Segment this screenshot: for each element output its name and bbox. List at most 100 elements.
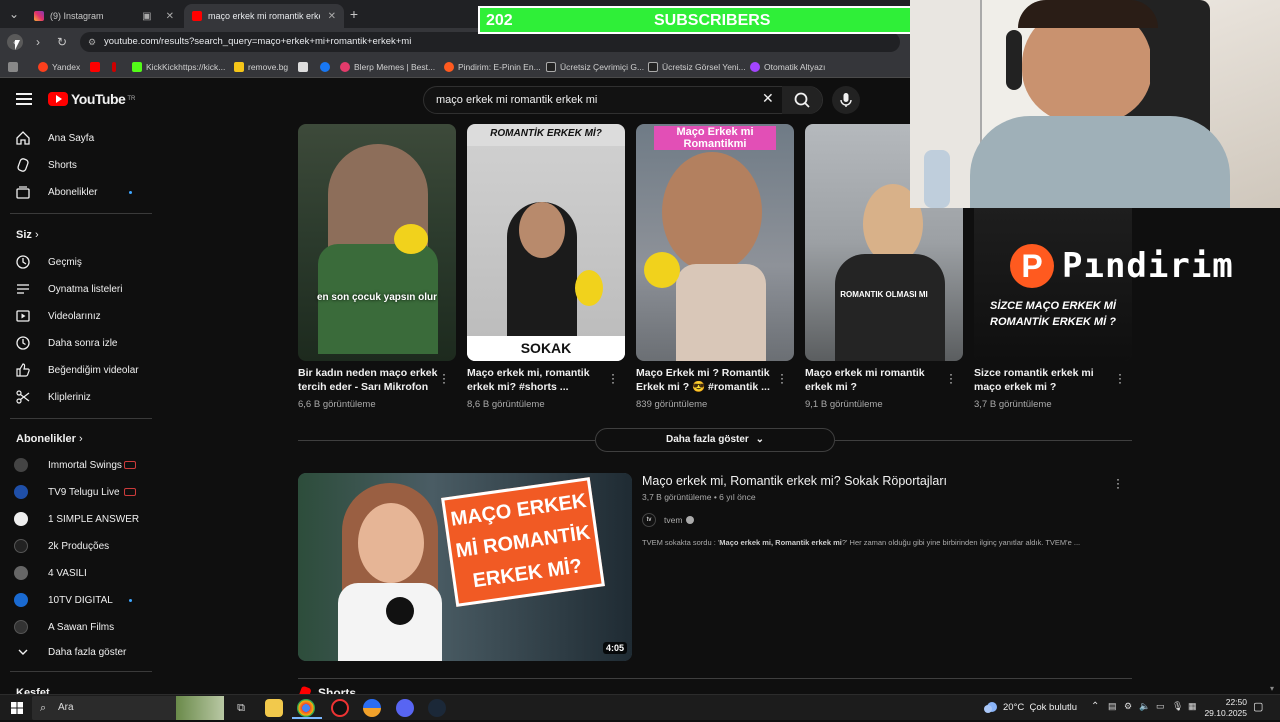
menu-icon[interactable] xyxy=(16,93,32,105)
channel-link[interactable]: tv tvem xyxy=(642,513,695,527)
sidebar-channel-tv9[interactable]: TV9 Telugu Live xyxy=(14,481,154,503)
short-title-2[interactable]: Maço erkek mi, romantik erkek mi? #short… xyxy=(467,366,607,394)
notification-icon[interactable]: ▢ xyxy=(1253,700,1263,713)
short-views-3: 839 görüntüleme xyxy=(636,399,708,410)
site-info-icon[interactable]: ⚙ xyxy=(88,32,96,52)
video-thumbnail[interactable]: MAÇO ERKEK Mİ ROMANTİK ERKEK Mİ? xyxy=(298,473,632,661)
obs-icon[interactable] xyxy=(331,699,349,717)
clear-search-icon[interactable]: ✕ xyxy=(762,90,774,107)
sidebar-item-home[interactable]: Ana Sayfa xyxy=(14,127,154,149)
bookmark-yandex[interactable]: Yandex xyxy=(38,60,80,74)
voice-search-button[interactable] xyxy=(832,86,860,114)
short-title-3[interactable]: Maço Erkek mi ? Romantik Erkek mi ? 😎 #r… xyxy=(636,366,776,394)
yandex-icon xyxy=(38,62,48,72)
bookmark-facebook[interactable] xyxy=(320,60,334,74)
sidebar-item-subscriptions[interactable]: Abonelikler xyxy=(14,181,154,203)
sidebar-channel-a-sawan-films[interactable]: A Sawan Films xyxy=(14,616,154,638)
bookmark-icon xyxy=(112,62,116,72)
new-content-dot xyxy=(129,598,132,602)
task-view-icon[interactable]: ⧉ xyxy=(232,699,250,717)
sidebar-item-liked-videos[interactable]: Beğendiğim videolar xyxy=(14,359,154,381)
tray-icon[interactable]: ⚙ xyxy=(1124,701,1132,712)
search-button[interactable] xyxy=(782,86,822,114)
clock[interactable]: 22:50 29.10.2025 xyxy=(1204,697,1247,719)
video-title[interactable]: Maço erkek mi, Romantik erkek mi? Sokak … xyxy=(642,474,947,488)
sidebar-channel-2k-producoes[interactable]: 2k Produções xyxy=(14,535,154,557)
sidebar-item-watch-later[interactable]: Daha sonra izle xyxy=(14,332,154,354)
bookmark-box[interactable] xyxy=(298,60,312,74)
tab-instagram[interactable]: (9) Instagram ▣ ✕ xyxy=(26,4,182,28)
bookmark-ucretsiz-2[interactable]: Ücretsiz Görsel Yeni... xyxy=(648,60,746,74)
avatar xyxy=(14,566,28,580)
speaker-icon[interactable]: 🔈 xyxy=(1139,701,1150,712)
network-icon[interactable]: ▦ xyxy=(1188,701,1197,712)
mouse-cursor-icon xyxy=(15,40,20,50)
kick-icon xyxy=(132,62,142,72)
sidebar-subscriptions-header[interactable]: Abonelikler › xyxy=(16,433,83,445)
tab-search-icon[interactable]: ⌄ xyxy=(6,6,22,22)
divider xyxy=(10,671,152,672)
close-icon[interactable]: ✕ xyxy=(166,11,174,22)
microphone-icon[interactable]: 🎙 xyxy=(1172,701,1183,712)
sidebar-item-playlists[interactable]: Oynatma listeleri xyxy=(14,278,154,300)
bookmark-youtube[interactable] xyxy=(90,60,104,74)
address-text: youtube.com/results?search_query=maço+er… xyxy=(104,36,412,47)
bookmark-icon xyxy=(648,62,658,72)
sidebar-show-more[interactable]: Daha fazla göster xyxy=(14,641,154,663)
sidebar-channel-10tv-digital[interactable]: 10TV DIGITAL xyxy=(14,589,154,611)
more-options-icon[interactable]: · · · xyxy=(610,368,616,388)
apps-icon[interactable] xyxy=(8,60,22,74)
short-thumbnail-2[interactable]: ROMANTİK ERKEK Mİ? SOKAK xyxy=(467,124,625,361)
short-title-4[interactable]: Maço erkek mi romantik erkek mi ? xyxy=(805,366,945,394)
weather-text[interactable]: 20°C Çok bulutlu xyxy=(1003,702,1077,713)
tab-media-icon[interactable]: ▣ xyxy=(142,11,151,22)
more-options-icon[interactable]: · · · xyxy=(779,368,785,388)
tab-youtube[interactable]: maço erkek mi romantik erkek m ✕ xyxy=(184,4,344,28)
chevron-up-icon[interactable]: ⌃ xyxy=(1091,701,1099,712)
short-title-5[interactable]: Sizce romantik erkek mi maço erkek mi ? xyxy=(974,366,1114,394)
sidebar-item-your-videos[interactable]: Videolarınız xyxy=(14,305,154,327)
short-thumbnail-3[interactable]: Maço Erkek mi Romantikmi xyxy=(636,124,794,361)
scroll-down-icon[interactable]: ▾ xyxy=(1270,684,1278,693)
sidebar-channel-immortal-swings[interactable]: Immortal Swings xyxy=(14,454,154,476)
close-icon[interactable]: ✕ xyxy=(328,11,336,22)
tray-icon[interactable]: ▤ xyxy=(1108,701,1117,712)
bookmark-ucretsiz-1[interactable]: Ücretsiz Çevrimiçi G... xyxy=(546,60,644,74)
steam-icon[interactable] xyxy=(428,699,446,717)
forward-icon[interactable]: › xyxy=(30,34,46,50)
bookmark-altyazi[interactable]: Otomatik Altyazı xyxy=(750,60,825,74)
reload-icon[interactable]: ↻ xyxy=(54,34,70,50)
tray-icon[interactable]: ▭ xyxy=(1156,701,1165,712)
bookmark-blerp[interactable]: Blerp Memes | Best... xyxy=(340,60,435,74)
bookmark-red[interactable] xyxy=(112,60,120,74)
bookmark-pindirim[interactable]: Pindirim: E-Pinin En... xyxy=(444,60,541,74)
sidebar-channel-4-vasili[interactable]: 4 VASILI xyxy=(14,562,154,584)
youtube-logo[interactable]: YouTube TR xyxy=(48,91,135,107)
windows-start-icon[interactable] xyxy=(8,699,26,717)
discord-icon[interactable] xyxy=(396,699,414,717)
new-tab-icon[interactable]: + xyxy=(346,6,362,22)
sidebar-item-clips[interactable]: Klipleriniz xyxy=(14,386,154,408)
sidebar-channel-1-simple-answer[interactable]: 1 SIMPLE ANSWER xyxy=(14,508,154,530)
more-options-icon[interactable]: · · · xyxy=(948,368,954,388)
divider xyxy=(10,418,152,419)
short-thumbnail-1[interactable]: en son çocuk yapsın olur xyxy=(298,124,456,361)
address-bar[interactable]: ⚙ youtube.com/results?search_query=maço+… xyxy=(80,32,900,52)
bookmark-removebg[interactable]: remove.bg xyxy=(234,60,288,74)
more-options-icon[interactable]: · · · xyxy=(1115,473,1121,493)
short-title-1[interactable]: Bir kadın neden maço erkek tercih eder -… xyxy=(298,366,438,394)
sidebar-item-shorts[interactable]: Shorts xyxy=(14,154,154,176)
sidebar-item-history[interactable]: Geçmiş xyxy=(14,251,154,273)
file-explorer-icon[interactable] xyxy=(265,699,283,717)
more-options-icon[interactable]: · · · xyxy=(441,368,447,388)
more-options-icon[interactable]: · · · xyxy=(1117,368,1123,388)
bookmark-kick[interactable]: KickKickhttps://kick... xyxy=(132,60,225,74)
video-description: TVEM sokakta sordu : 'Maço erkek mi, Rom… xyxy=(642,538,1081,547)
watch-later-icon xyxy=(14,334,32,352)
webcam-feed xyxy=(910,0,1280,208)
app-icon[interactable] xyxy=(363,699,381,717)
show-more-button[interactable]: Daha fazla göster ⌄ xyxy=(595,428,835,452)
taskbar-search-input[interactable]: ⌕ Ara xyxy=(32,696,224,720)
history-icon xyxy=(14,253,32,271)
sidebar-you-header[interactable]: Siz › xyxy=(16,229,39,241)
